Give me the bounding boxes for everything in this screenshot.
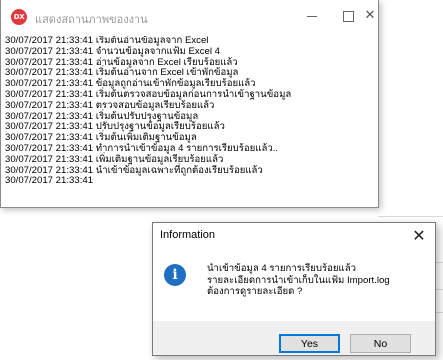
minimize-button[interactable] [298, 4, 326, 28]
no-button[interactable]: No [350, 334, 411, 353]
app-logo-icon: DX [11, 9, 27, 25]
log-line: 30/07/2017 21:33:41 เพิ่มเติมฐานข้อมูลเร… [5, 153, 224, 165]
yes-button[interactable]: Yes [279, 334, 340, 353]
dialog-close-button[interactable]: ✕ [407, 225, 431, 247]
status-window: DX แสดงสถานภาพของงาน ✕ 30/07/2017 21:33:… [0, 0, 379, 208]
log-line: 30/07/2017 21:33:41 [5, 175, 94, 187]
status-window-titlebar[interactable]: DX แสดงสถานภาพของงาน ✕ [1, 0, 378, 34]
dialog-message-line: นำเข้าข้อมูล 4 รายการเรียบร้อยแล้ว [207, 263, 356, 274]
dialog-message-line: รายละเอียดการนำเข้าเก็บในแฟ้ม Import.log [207, 274, 390, 286]
dialog-message: นำเข้าข้อมูล 4 รายการเรียบร้อยแล้ว รายละ… [207, 263, 390, 298]
dialog-title: Information [160, 229, 216, 241]
log-line: 30/07/2017 21:33:41 ตรวจสอบข้อมูลเรียบร้… [5, 99, 215, 111]
dialog-body: i นำเข้าข้อมูล 4 รายการเรียบร้อยแล้ว ราย… [153, 249, 435, 321]
close-button[interactable]: ✕ [356, 4, 384, 28]
information-dialog: Information ✕ i นำเข้าข้อมูล 4 รายการเรี… [152, 222, 436, 356]
background-divider [378, 216, 443, 217]
log-list[interactable]: 30/07/2017 21:33:41 เริ่มต้นอ่านข้อมูลจา… [5, 36, 374, 201]
dialog-titlebar[interactable]: Information ✕ [153, 223, 435, 249]
window-title: แสดงสถานภาพของงาน [35, 13, 148, 26]
info-icon: i [164, 264, 186, 286]
log-line: 30/07/2017 21:33:41 จำนวนข้อมูลจากแฟ้ม E… [5, 45, 220, 57]
dialog-message-line: ต้องการดูรายละเอียด ? [207, 286, 303, 297]
